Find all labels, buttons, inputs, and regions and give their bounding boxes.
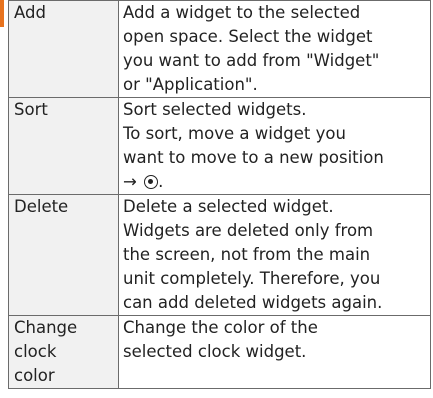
action-label: color xyxy=(14,366,55,385)
table-row-change-clock-color: Change clock color Change the color of t… xyxy=(8,315,431,389)
description-line: can add deleted widgets again. xyxy=(123,293,383,312)
description-line: Widgets are deleted only from xyxy=(123,221,374,240)
action-label: Sort xyxy=(14,100,48,119)
description-line: To sort, move a widget you xyxy=(123,124,346,143)
action-label: Delete xyxy=(14,197,69,216)
action-cell: Delete xyxy=(8,194,119,316)
table-row-delete: Delete Delete a selected widget. Widgets… xyxy=(8,194,431,316)
description-line: selected clock widget. xyxy=(123,342,307,361)
action-cell: Add xyxy=(8,0,119,98)
description-line: Sort selected widgets. xyxy=(123,100,307,119)
description-line: open space. Select the widget xyxy=(123,27,373,46)
section-accent-bar xyxy=(0,0,4,27)
description-cell: Delete a selected widget. Widgets are de… xyxy=(118,194,431,316)
description-line: unit completely. Therefore, you xyxy=(123,269,381,288)
arrow-glyph: → xyxy=(123,172,137,191)
table-row-sort: Sort Sort selected widgets. To sort, mov… xyxy=(8,97,431,195)
description-end: . xyxy=(158,172,164,191)
action-label: clock xyxy=(14,342,57,361)
description-line: the screen, not from the main xyxy=(123,245,371,264)
action-cell: Change clock color xyxy=(8,315,119,389)
action-label: Change xyxy=(14,318,78,337)
description-cell: Add a widget to the selected open space.… xyxy=(118,0,431,98)
action-label: Add xyxy=(14,3,46,22)
description-cell: Change the color of the selected clock w… xyxy=(118,315,431,389)
radio-button-icon xyxy=(144,175,159,189)
action-cell: Sort xyxy=(8,97,119,195)
description-line: want to move to a new position xyxy=(123,148,384,167)
description-line: → . xyxy=(123,170,426,194)
description-line: you want to add from "Widget" xyxy=(123,51,380,70)
description-line: or "Application". xyxy=(123,75,258,94)
widget-actions-table: Add Add a widget to the selected open sp… xyxy=(8,0,431,389)
table-row-add: Add Add a widget to the selected open sp… xyxy=(8,0,431,98)
description-line: Add a widget to the selected xyxy=(123,3,361,22)
description-line: Delete a selected widget. xyxy=(123,197,334,216)
description-line: Change the color of the xyxy=(123,318,318,337)
description-cell: Sort selected widgets. To sort, move a w… xyxy=(118,97,431,195)
